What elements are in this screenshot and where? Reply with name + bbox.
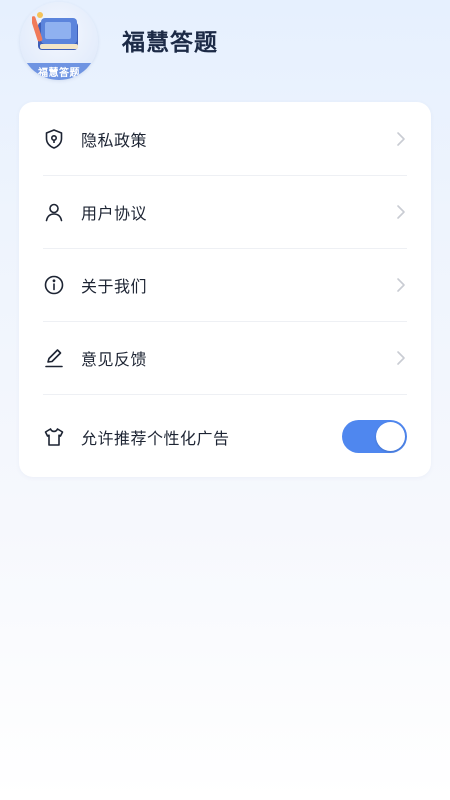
book-icon bbox=[32, 12, 78, 50]
menu-item-label: 用户协议 bbox=[81, 203, 148, 223]
menu-item-personalized-ads: 允许推荐个性化广告 bbox=[43, 400, 407, 473]
user-icon bbox=[43, 201, 65, 223]
menu-item-privacy-policy[interactable]: 隐私政策 bbox=[43, 102, 407, 176]
personalized-ads-toggle[interactable] bbox=[342, 420, 407, 453]
shield-icon bbox=[43, 128, 65, 150]
menu-item-label: 隐私政策 bbox=[81, 130, 148, 150]
app-name: 福慧答题 bbox=[122, 30, 218, 56]
toggle-knob[interactable] bbox=[376, 422, 405, 451]
chevron-right-icon bbox=[395, 204, 407, 220]
menu-item-feedback[interactable]: 意见反馈 bbox=[43, 321, 407, 395]
info-icon bbox=[43, 274, 65, 296]
menu-item-label: 关于我们 bbox=[81, 276, 148, 296]
chevron-right-icon bbox=[395, 277, 407, 293]
chevron-right-icon bbox=[395, 350, 407, 366]
chevron-right-icon bbox=[395, 131, 407, 147]
menu-item-about-us[interactable]: 关于我们 bbox=[43, 248, 407, 322]
pencil-icon bbox=[43, 347, 65, 369]
settings-menu-card: 隐私政策 用户协议 关于我们 意见反馈 允许推荐个性化广告 bbox=[19, 102, 431, 477]
shirt-icon bbox=[43, 426, 65, 448]
menu-item-label: 意见反馈 bbox=[81, 349, 148, 369]
logo-text: 福慧答题 bbox=[38, 68, 80, 79]
header: 福慧答题 福慧答题 bbox=[0, 0, 450, 90]
menu-item-label: 允许推荐个性化广告 bbox=[81, 428, 230, 448]
menu-item-user-agreement[interactable]: 用户协议 bbox=[43, 175, 407, 249]
app-logo: 福慧答题 bbox=[20, 2, 98, 80]
